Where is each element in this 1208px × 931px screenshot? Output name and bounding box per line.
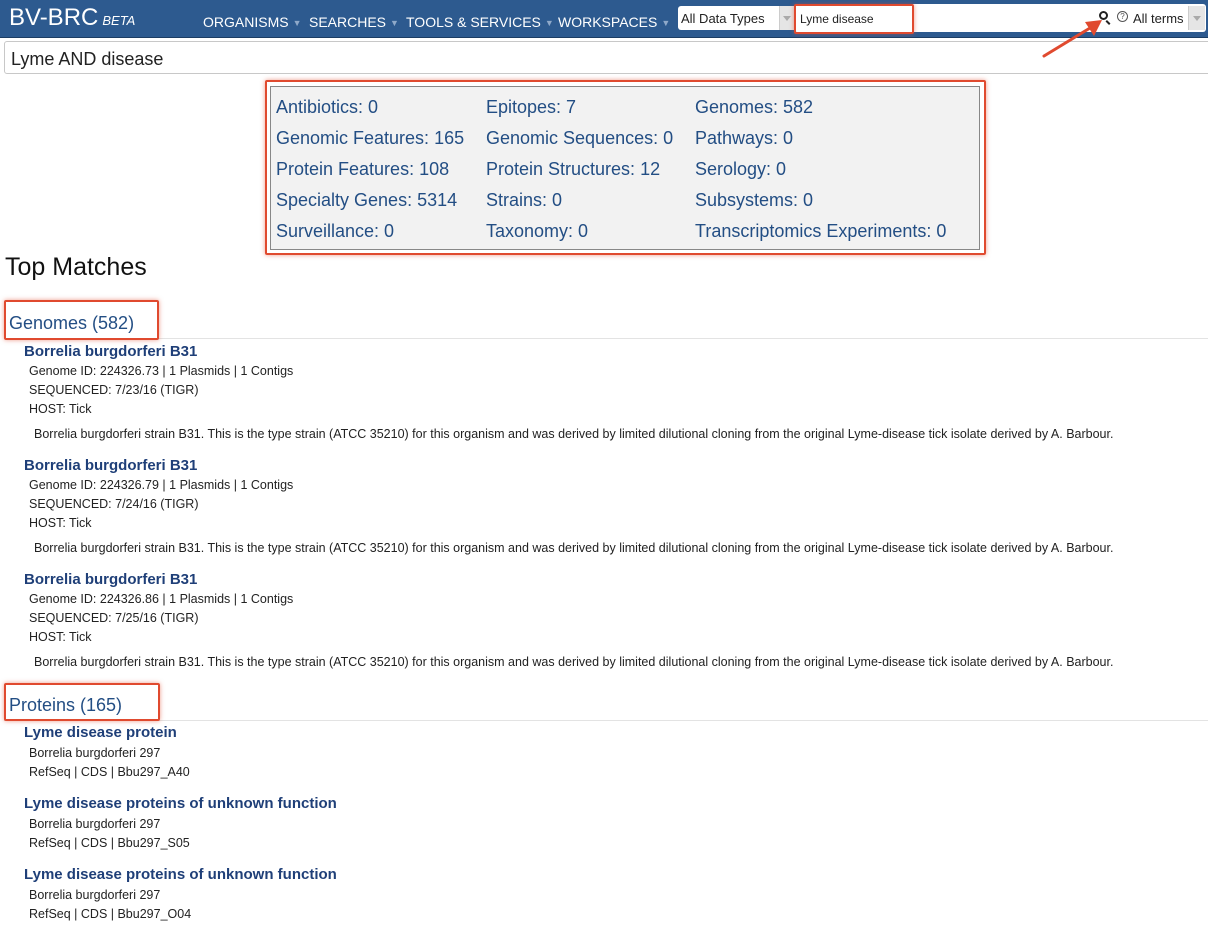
protein-organism: Borrelia burgdorferi 297 — [29, 817, 161, 831]
chevron-down-icon: ▼ — [390, 17, 399, 28]
protein-organism: Borrelia burgdorferi 297 — [29, 746, 161, 760]
nav-workspaces-label: WORKSPACES — [558, 14, 658, 30]
top-matches-heading: Top Matches — [5, 253, 147, 281]
protein-ids: RefSeq | CDS | Bbu297_O04 — [29, 907, 192, 921]
chevron-down-icon: ▼ — [544, 17, 554, 28]
nav-workspaces[interactable]: WORKSPACES ▼ — [558, 14, 670, 32]
genome-host: HOST: Tick — [29, 402, 92, 416]
genome-sequenced: SEQUENCED: 7/25/16 (TIGR) — [29, 611, 199, 625]
protein-ids: RefSeq | CDS | Bbu297_S05 — [29, 836, 190, 850]
protein-result-title[interactable]: Lyme disease proteins of unknown functio… — [24, 795, 337, 812]
genome-sequenced: SEQUENCED: 7/23/16 (TIGR) — [29, 383, 199, 397]
help-icon[interactable]: ? — [1117, 11, 1128, 22]
brand-logo[interactable]: BV-BRC BETA — [9, 3, 135, 36]
section-divider — [4, 720, 1208, 721]
chevron-down-icon: ▼ — [661, 17, 671, 28]
chevron-down-icon: ▼ — [292, 17, 302, 28]
genome-id-line: Genome ID: 224326.73 | 1 Plasmids | 1 Co… — [29, 364, 294, 378]
data-type-select[interactable]: All Data Types — [678, 6, 794, 30]
brand-name: BV-BRC — [9, 4, 99, 31]
proteins-highlight-box — [4, 683, 160, 721]
genome-description: Borrelia burgdorferi strain B31. This is… — [34, 427, 1114, 441]
genome-description: Borrelia burgdorferi strain B31. This is… — [34, 655, 1114, 669]
query-display[interactable]: Lyme AND disease — [4, 41, 1208, 74]
brand-beta-tag: BETA — [102, 13, 136, 28]
genome-result-title[interactable]: Borrelia burgdorferi B31 — [24, 457, 197, 474]
genome-host: HOST: Tick — [29, 516, 92, 530]
query-text: Lyme AND disease — [11, 49, 164, 69]
genome-description: Borrelia burgdorferi strain B31. This is… — [34, 541, 1114, 555]
nav-tools-services[interactable]: TOOLS & SERVICES ▼ — [406, 14, 554, 32]
terms-select-value[interactable]: All terms — [1133, 11, 1184, 26]
protein-result-title[interactable]: Lyme disease proteins of unknown functio… — [24, 866, 337, 883]
nav-searches-label: SEARCHES — [309, 14, 387, 30]
genome-host: HOST: Tick — [29, 630, 92, 644]
protein-organism: Borrelia burgdorferi 297 — [29, 888, 161, 902]
nav-organisms-label: ORGANISMS — [203, 14, 289, 30]
genome-sequenced: SEQUENCED: 7/24/16 (TIGR) — [29, 497, 199, 511]
nav-tools-label: TOOLS & SERVICES — [406, 14, 541, 30]
data-type-value: All Data Types — [681, 11, 765, 26]
genome-result-title[interactable]: Borrelia burgdorferi B31 — [24, 571, 197, 588]
annotation-arrow-icon — [1042, 20, 1102, 58]
nav-organisms[interactable]: ORGANISMS ▼ — [203, 14, 302, 32]
protein-result-title[interactable]: Lyme disease protein — [24, 724, 177, 741]
chevron-down-icon[interactable] — [779, 6, 794, 30]
search-highlight-box — [794, 4, 914, 34]
section-divider — [4, 338, 1208, 339]
summary-highlight-box — [265, 80, 986, 255]
chevron-down-icon[interactable] — [1188, 6, 1205, 30]
genomes-highlight-box — [4, 300, 159, 340]
genome-id-line: Genome ID: 224326.79 | 1 Plasmids | 1 Co… — [29, 478, 294, 492]
nav-searches[interactable]: SEARCHES ▼ — [309, 14, 399, 32]
genome-result-title[interactable]: Borrelia burgdorferi B31 — [24, 343, 197, 360]
genome-id-line: Genome ID: 224326.86 | 1 Plasmids | 1 Co… — [29, 592, 294, 606]
protein-ids: RefSeq | CDS | Bbu297_A40 — [29, 765, 190, 779]
